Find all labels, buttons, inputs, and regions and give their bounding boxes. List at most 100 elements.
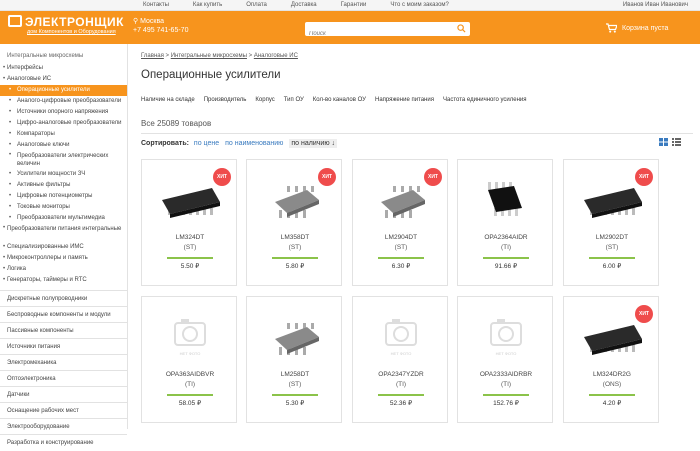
top-link-warranty[interactable]: Гарантии <box>341 2 367 8</box>
cart-icon <box>606 23 617 33</box>
logo[interactable]: ЭЛЕКТРОНЩИК дом Компонентов и Оборудован… <box>8 15 124 35</box>
product-price: 6.00 ₽ <box>602 263 622 270</box>
sidebar-item-electrical-converters[interactable]: • Преобразователи электрических величин <box>0 151 127 169</box>
sidebar-item-comparators[interactable]: • Компараторы <box>0 129 127 140</box>
product-card[interactable]: OPA2364AIDR (TI) 91.66 ₽ <box>457 159 553 286</box>
category-power-supplies[interactable]: Источники питания <box>0 338 127 354</box>
category-wireless[interactable]: Беспроводные компоненты и модули <box>0 306 127 322</box>
category-passive[interactable]: Пассивные компоненты <box>0 322 127 338</box>
product-name[interactable]: LM258DT <box>247 371 343 378</box>
category-discrete[interactable]: Дискретные полупроводники <box>0 290 127 306</box>
sidebar-item-current-monitors[interactable]: • Токовые мониторы <box>0 202 127 213</box>
breadcrumb-home[interactable]: Главная <box>141 53 164 59</box>
top-link-delivery[interactable]: Доставка <box>291 2 317 8</box>
divider <box>141 133 693 134</box>
search-icon[interactable] <box>457 24 466 33</box>
sort-bar: Сортировать: по цене по наименованию по … <box>141 139 338 148</box>
sidebar-item-logic[interactable]: • Логика <box>0 264 127 275</box>
sidebar-item-voltage-references[interactable]: • Источники опорного напряжения <box>0 107 127 118</box>
top-link-order-status[interactable]: Что с моим заказом? <box>390 2 449 8</box>
sidebar-item-microcontrollers[interactable]: • Микроконтроллеры и память <box>0 253 127 264</box>
catalog-sidebar: Интегральные микросхемы • Интерфейсы • Ана… <box>0 44 128 446</box>
cart-button[interactable]: Корзина пуста <box>606 23 668 33</box>
top-link-contacts[interactable]: Контакты <box>143 2 169 8</box>
product-image[interactable] <box>458 160 554 240</box>
sidebar-item-generators[interactable]: • Генераторы, таймеры и RTC <box>0 275 127 286</box>
product-price: 58.05 ₽ <box>178 400 202 407</box>
sidebar-item-adc[interactable]: • Аналого-цифровые преобразователи <box>0 96 127 107</box>
sidebar-item-analog-switches[interactable]: • Аналоговые ключи <box>0 140 127 151</box>
category-electrical[interactable]: Электрооборудование <box>0 418 127 434</box>
category-sensors[interactable]: Датчики <box>0 386 127 402</box>
product-image[interactable]: НЕТ ФОТО <box>142 297 238 377</box>
filter-supply-voltage[interactable]: Напряжение питания <box>375 97 434 103</box>
sort-by-stock[interactable]: по наличию ↓ <box>289 139 338 148</box>
sidebar-item-op-amps[interactable]: • Операционные усилители <box>0 85 127 96</box>
product-name[interactable]: LM324DR2G <box>564 371 660 378</box>
product-name[interactable]: OPA2347YZDR <box>353 371 449 378</box>
product-name[interactable]: LM2904DT <box>353 234 449 241</box>
product-card[interactable]: ХИТ LM2902DT (ST) 6.00 ₽ <box>563 159 659 286</box>
product-card[interactable]: ХИТ LM358DT (ST) 5.80 ₽ <box>246 159 342 286</box>
filter-unity-gain-frequency[interactable]: Частота единичного усиления <box>443 97 527 103</box>
hit-badge: ХИТ <box>635 305 653 323</box>
list-view-icon[interactable] <box>672 138 681 146</box>
hit-badge: ХИТ <box>213 168 231 186</box>
product-name[interactable]: LM2902DT <box>564 234 660 241</box>
sidebar-item-analog-ic[interactable]: • Аналоговые ИС <box>0 74 127 85</box>
product-count: Все 25089 товаров <box>141 119 212 128</box>
filter-in-stock[interactable]: Наличие на складе <box>141 97 195 103</box>
sidebar-item-specialized-ic[interactable]: • Специализированные ИМС <box>0 242 127 253</box>
product-price: 5.80 ₽ <box>285 263 305 270</box>
grid-view-icon[interactable] <box>659 138 668 146</box>
user-name-link[interactable]: Иванов Иван Иванович <box>623 2 688 8</box>
sidebar-item-power-converters[interactable]: • Преобразователи питания интегральные <box>0 224 127 242</box>
category-electromechanics[interactable]: Электромеханика <box>0 354 127 370</box>
phone-number[interactable]: +7 495 741-65-70 <box>133 26 188 35</box>
sort-by-price[interactable]: по цене <box>194 140 219 147</box>
product-image[interactable]: НЕТ ФОТО <box>458 297 554 377</box>
filter-opamp-type[interactable]: Тип ОУ <box>284 97 304 103</box>
sort-by-name[interactable]: по наименованию <box>225 140 283 147</box>
product-manufacturer: (ST) <box>288 244 302 251</box>
stock-indicator <box>589 257 635 259</box>
category-workplace[interactable]: Оснащение рабочих мест <box>0 402 127 418</box>
sidebar-item-interfaces[interactable]: • Интерфейсы <box>0 63 127 74</box>
breadcrumb-ic[interactable]: Интегральные микросхемы <box>171 53 247 59</box>
logo-icon <box>8 15 22 27</box>
category-optoelectronics[interactable]: Оптоэлектроника <box>0 370 127 386</box>
main-content: Главная > Интегральные микросхемы > Анал… <box>141 44 693 429</box>
filter-package[interactable]: Корпус <box>255 97 274 103</box>
sidebar-item-active-filters[interactable]: • Активные фильтры <box>0 180 127 191</box>
filter-manufacturer[interactable]: Производитель <box>204 97 247 103</box>
sidebar-title[interactable]: Интегральные микросхемы <box>0 44 127 63</box>
product-card[interactable]: НЕТ ФОТО OPA2333AIDRBR (TI) 152.76 ₽ <box>457 296 553 423</box>
sidebar-item-audio-amplifiers[interactable]: • Усилители мощности ЗЧ <box>0 169 127 180</box>
top-link-payment[interactable]: Оплата <box>246 2 267 8</box>
location-pin-icon: ⚲ <box>133 18 139 25</box>
product-card[interactable]: НЕТ ФОТО OPA2347YZDR (TI) 52.36 ₽ <box>352 296 448 423</box>
product-card[interactable]: ХИТ LM2904DT (ST) 6.30 ₽ <box>352 159 448 286</box>
product-card[interactable]: ХИТ LM324DT (ST) 5.50 ₽ <box>141 159 237 286</box>
product-name[interactable]: LM358DT <box>247 234 343 241</box>
sidebar-item-digital-pots[interactable]: • Цифровые потенциометры <box>0 191 127 202</box>
stock-indicator <box>483 394 529 396</box>
product-card[interactable]: LM258DT (ST) 5.30 ₽ <box>246 296 342 423</box>
sidebar-item-dac[interactable]: • Цифро-аналоговые преобразователи <box>0 118 127 129</box>
city-select[interactable]: Москва <box>140 18 164 25</box>
product-name[interactable]: OPA2364AIDR <box>458 234 554 241</box>
filter-channels[interactable]: Кол-во каналов ОУ <box>313 97 366 103</box>
breadcrumb-analog-ic[interactable]: Аналоговые ИС <box>254 53 298 59</box>
product-name[interactable]: OPA2333AIDRBR <box>458 371 554 378</box>
sidebar-item-multimedia-converters[interactable]: • Преобразователи мультимедиа <box>0 213 127 224</box>
category-development[interactable]: Разработка и конструирование <box>0 434 127 450</box>
product-image[interactable]: НЕТ ФОТО <box>353 297 449 377</box>
product-name[interactable]: LM324DT <box>142 234 238 241</box>
product-image[interactable] <box>247 297 343 377</box>
search-input[interactable] <box>305 27 445 41</box>
product-price: 91.66 ₽ <box>494 263 518 270</box>
product-card[interactable]: НЕТ ФОТО OPA363AIDBVR (TI) 58.05 ₽ <box>141 296 237 423</box>
product-name[interactable]: OPA363AIDBVR <box>142 371 238 378</box>
product-card[interactable]: ХИТ LM324DR2G (ONS) 4.20 ₽ <box>563 296 659 423</box>
top-link-how-to-buy[interactable]: Как купить <box>193 2 222 8</box>
